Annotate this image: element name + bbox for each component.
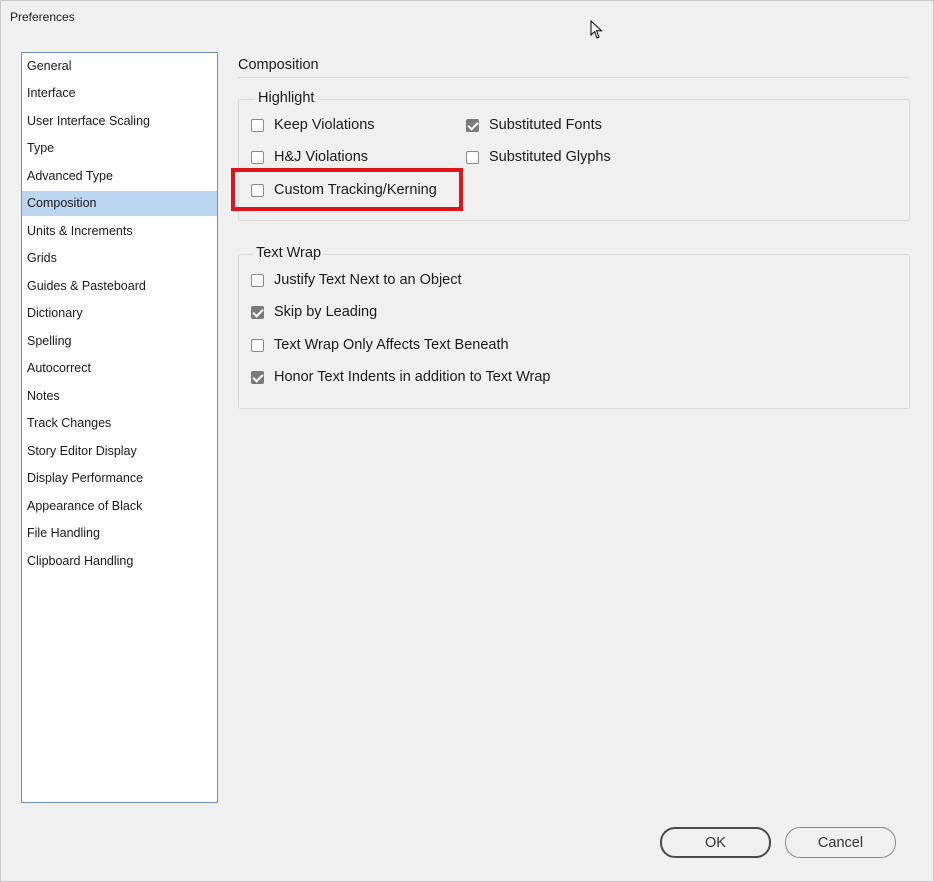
honor-text-indents-option[interactable]: Honor Text Indents in addition to Text W… — [251, 367, 550, 387]
window-title: Preferences — [10, 10, 75, 24]
keep-violations-checkbox[interactable] — [251, 118, 264, 132]
justify-text-option[interactable]: Justify Text Next to an Object — [251, 270, 462, 290]
sidebar-item-clipboard-handling[interactable]: Clipboard Handling — [22, 549, 217, 574]
sidebar-item-dictionary[interactable]: Dictionary — [22, 301, 217, 326]
mouse-cursor-icon — [590, 20, 603, 39]
substituted-glyphs-checkbox[interactable] — [466, 150, 479, 164]
justify-text-checkbox[interactable] — [251, 273, 264, 287]
honor-text-indents-checkbox[interactable] — [251, 370, 264, 384]
sidebar-item-grids[interactable]: Grids — [22, 246, 217, 271]
text-wrap-only-beneath-checkbox[interactable] — [251, 338, 264, 352]
substituted-glyphs-option[interactable]: Substituted Glyphs — [466, 147, 611, 167]
annotation-highlight-box — [231, 168, 463, 211]
section-divider — [238, 77, 909, 78]
substituted-fonts-option[interactable]: Substituted Fonts — [466, 115, 602, 135]
skip-by-leading-label: Skip by Leading — [274, 304, 378, 320]
hj-violations-option[interactable]: H&J Violations — [251, 147, 368, 167]
sidebar-item-display-performance[interactable]: Display Performance — [22, 466, 217, 491]
text-wrap-only-beneath-option[interactable]: Text Wrap Only Affects Text Beneath — [251, 335, 509, 355]
sidebar-item-story-editor-display[interactable]: Story Editor Display — [22, 439, 217, 464]
title-bar[interactable]: Preferences — [1, 1, 933, 33]
skip-by-leading-option[interactable]: Skip by Leading — [251, 302, 377, 322]
text-wrap-group-label: Text Wrap — [253, 245, 325, 261]
substituted-glyphs-label: Substituted Glyphs — [489, 149, 611, 165]
cancel-button[interactable]: Cancel — [785, 827, 896, 858]
ok-button[interactable]: OK — [660, 827, 771, 858]
sidebar-item-type[interactable]: Type — [22, 136, 217, 161]
preferences-window: Preferences General Interface User Inter… — [0, 0, 934, 882]
honor-text-indents-label: Honor Text Indents in addition to Text W… — [274, 369, 551, 385]
sidebar-item-track-changes[interactable]: Track Changes — [22, 411, 217, 436]
sidebar-item-notes[interactable]: Notes — [22, 384, 217, 409]
sidebar-item-guides-pasteboard[interactable]: Guides & Pasteboard — [22, 274, 217, 299]
preferences-category-list[interactable]: General Interface User Interface Scaling… — [21, 52, 218, 803]
section-title: Composition — [238, 57, 319, 73]
sidebar-item-advanced-type[interactable]: Advanced Type — [22, 164, 217, 189]
substituted-fonts-checkbox[interactable] — [466, 118, 479, 132]
sidebar-item-user-interface-scaling[interactable]: User Interface Scaling — [22, 109, 217, 134]
keep-violations-label: Keep Violations — [274, 117, 375, 133]
skip-by-leading-checkbox[interactable] — [251, 305, 264, 319]
sidebar-item-composition[interactable]: Composition — [22, 191, 217, 216]
justify-text-label: Justify Text Next to an Object — [274, 272, 462, 288]
sidebar-item-autocorrect[interactable]: Autocorrect — [22, 356, 217, 381]
sidebar-item-file-handling[interactable]: File Handling — [22, 521, 217, 546]
hj-violations-checkbox[interactable] — [251, 150, 264, 164]
sidebar-item-units-increments[interactable]: Units & Increments — [22, 219, 217, 244]
substituted-fonts-label: Substituted Fonts — [489, 117, 602, 133]
sidebar-item-interface[interactable]: Interface — [22, 81, 217, 106]
sidebar-item-general[interactable]: General — [22, 54, 217, 79]
highlight-group-label: Highlight — [255, 90, 318, 106]
sidebar-item-appearance-of-black[interactable]: Appearance of Black — [22, 494, 217, 519]
sidebar-item-spelling[interactable]: Spelling — [22, 329, 217, 354]
hj-violations-label: H&J Violations — [274, 149, 369, 165]
keep-violations-option[interactable]: Keep Violations — [251, 115, 375, 135]
text-wrap-only-beneath-label: Text Wrap Only Affects Text Beneath — [274, 337, 509, 353]
